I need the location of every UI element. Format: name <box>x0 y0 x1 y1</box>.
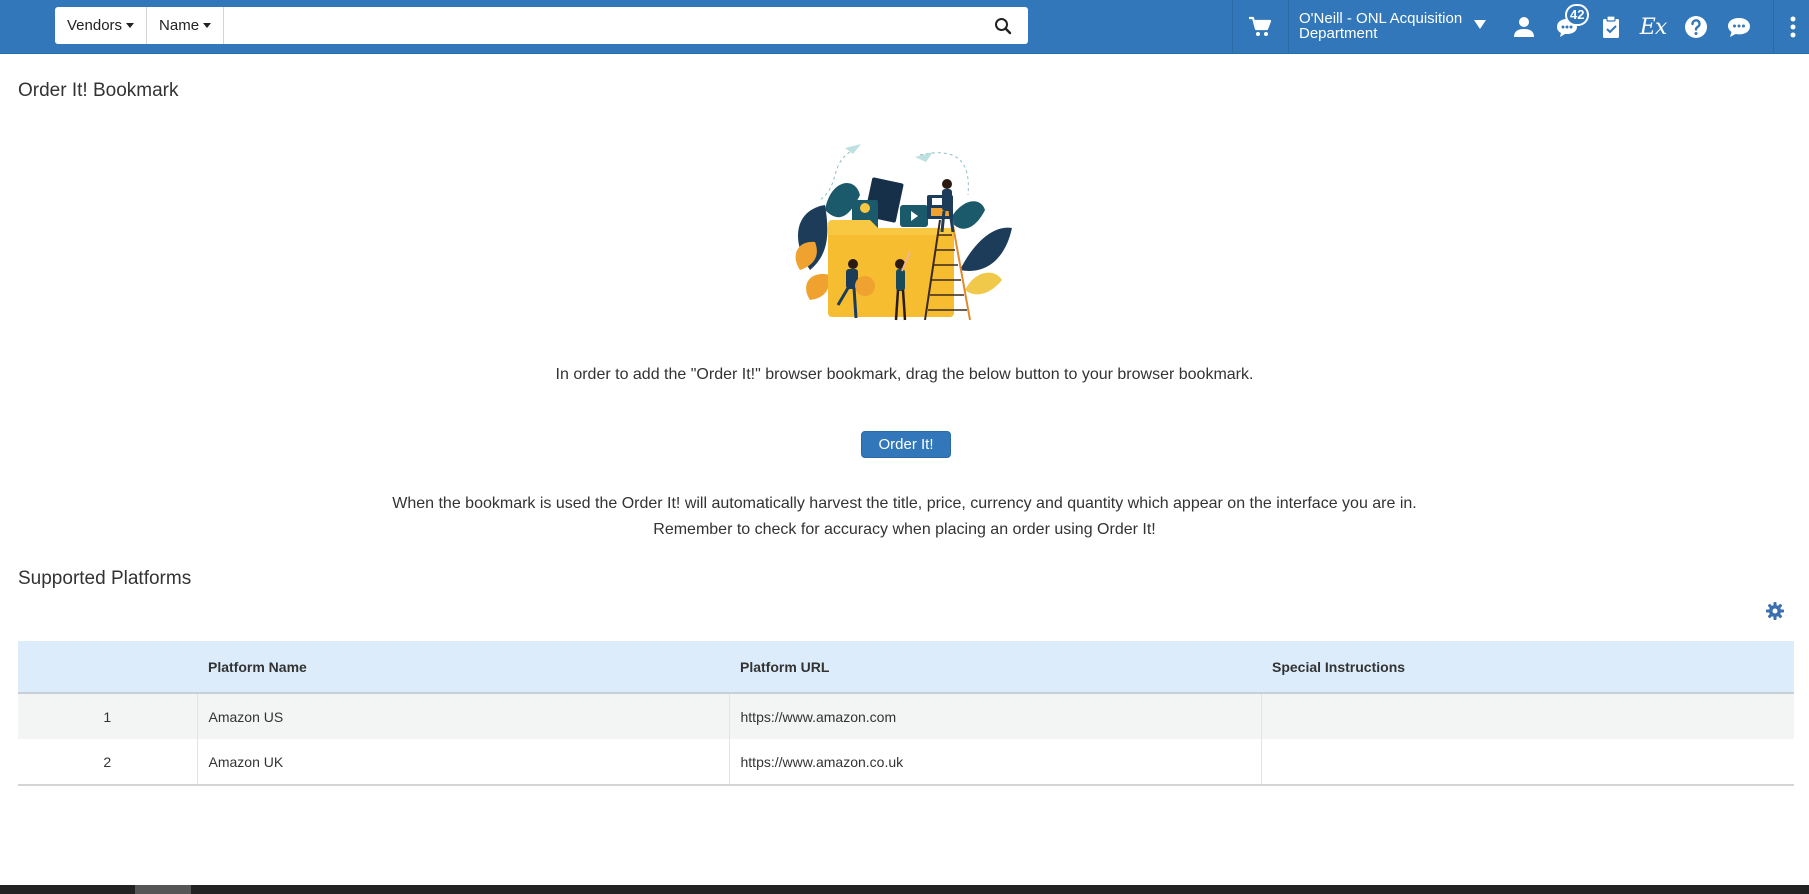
search-field-dropdown[interactable]: Name <box>147 7 225 44</box>
tasks-button[interactable] <box>1595 11 1627 43</box>
column-header-platform-url[interactable]: Platform URL <box>729 641 1261 694</box>
column-header-special-instructions[interactable]: Special Instructions <box>1261 641 1794 694</box>
more-icon <box>1790 16 1796 38</box>
gear-icon[interactable] <box>1765 601 1785 621</box>
search-scope-dropdown[interactable]: Vendors <box>55 7 148 44</box>
column-header-number <box>18 641 197 694</box>
user-icon <box>1514 17 1534 37</box>
search-scope-label: Vendors <box>67 17 123 34</box>
chat-button[interactable] <box>1723 11 1755 43</box>
platform-name-cell: Amazon US <box>197 693 730 739</box>
more-menu-button[interactable] <box>1778 11 1808 43</box>
department-selector[interactable]: O'Neill - ONL Acquisition Department <box>1299 11 1474 41</box>
cart-button[interactable] <box>1244 11 1276 43</box>
special-instructions-cell <box>1261 739 1794 786</box>
search-bar: Vendors Name <box>55 7 1028 44</box>
header-divider <box>1232 0 1233 54</box>
row-number: 1 <box>18 693 198 739</box>
ex-libris-icon: Ex <box>1639 14 1667 40</box>
folder-illustration <box>795 144 1012 321</box>
bookmark-instructions: In order to add the "Order It!" browser … <box>555 366 1254 383</box>
chat-icon <box>1728 18 1750 37</box>
notification-count-badge: 42 <box>1565 4 1590 26</box>
header-divider <box>1773 0 1774 54</box>
user-button[interactable] <box>1508 11 1540 43</box>
caret-down-icon <box>203 23 212 28</box>
search-input[interactable] <box>224 7 978 44</box>
section-title-supported-platforms: Supported Platforms <box>18 568 192 589</box>
bottom-scrollbar[interactable] <box>0 885 1809 894</box>
tasks-icon <box>1603 15 1619 38</box>
special-instructions-cell <box>1261 693 1794 739</box>
search-icon <box>995 17 1012 34</box>
help-button[interactable] <box>1680 11 1712 43</box>
cart-icon <box>1249 16 1272 36</box>
header-divider <box>1288 0 1289 54</box>
column-header-platform-name[interactable]: Platform Name <box>197 641 729 694</box>
help-icon <box>1685 16 1707 38</box>
caret-down-icon <box>126 23 135 28</box>
description-line: Remember to check for accuracy when plac… <box>653 521 1156 538</box>
ex-libris-button[interactable]: Ex <box>1637 11 1669 43</box>
department-caret-icon[interactable] <box>1474 20 1486 29</box>
search-button[interactable] <box>978 7 1028 44</box>
platform-name-cell: Amazon UK <box>197 739 730 786</box>
page-title: Order It! Bookmark <box>18 80 179 101</box>
description-line: When the bookmark is used the Order It! … <box>392 495 1417 512</box>
platform-url-cell: https://www.amazon.com <box>729 693 1262 739</box>
scrollbar-thumb[interactable] <box>135 885 191 894</box>
supported-platforms-table: Platform Name Platform URL Special Instr… <box>18 641 1794 786</box>
table-row[interactable]: 1 Amazon US https://www.amazon.com <box>18 693 1794 739</box>
table-header-row: Platform Name Platform URL Special Instr… <box>18 641 1794 694</box>
order-it-bookmark-button[interactable]: Order It! <box>861 431 951 458</box>
search-field-label: Name <box>159 17 200 34</box>
bookmark-description: When the bookmark is used the Order It! … <box>0 491 1809 543</box>
row-number: 2 <box>18 739 198 786</box>
top-bar: Vendors Name O'Neill - ONL Acquisition D… <box>0 0 1809 54</box>
table-row[interactable]: 2 Amazon UK https://www.amazon.co.uk <box>18 739 1794 786</box>
platform-url-cell: https://www.amazon.co.uk <box>729 739 1262 786</box>
